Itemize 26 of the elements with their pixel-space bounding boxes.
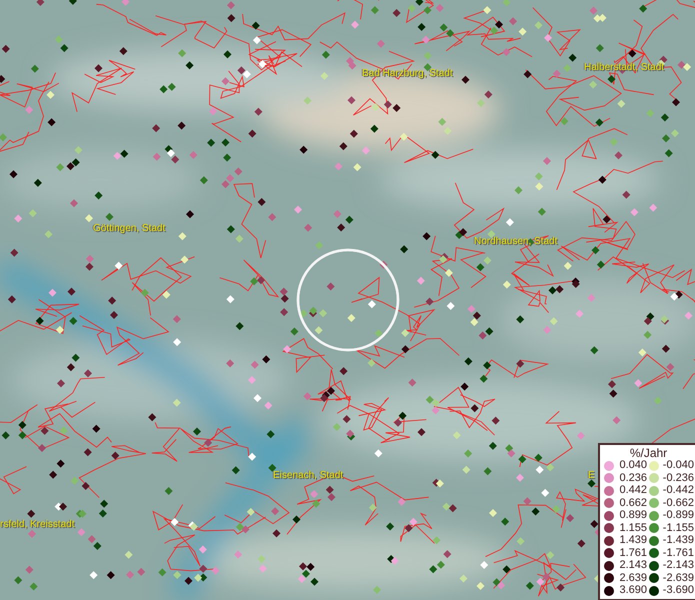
place-label: Göttingen, Stadt — [93, 223, 166, 234]
legend-value: -0.442 — [662, 485, 695, 496]
legend-value: 1.761 — [618, 548, 648, 558]
legend-value: 0.040 — [618, 460, 648, 471]
legend-value: 2.639 — [618, 572, 648, 584]
legend-value: 3.690 — [618, 585, 648, 596]
legend-value: 0.236 — [618, 472, 648, 484]
legend-value: -1.761 — [662, 548, 695, 558]
legend-value: 0.662 — [618, 498, 648, 508]
legend-value: -2.639 — [662, 572, 695, 584]
legend-value: 2.143 — [618, 560, 648, 571]
legend-value: 1.155 — [618, 522, 648, 534]
legend-value: -1.155 — [662, 522, 695, 534]
legend-value: -2.143 — [662, 560, 695, 571]
legend-value: 0.442 — [618, 485, 648, 496]
legend-value: -0.899 — [662, 510, 695, 521]
legend-value: 0.899 — [618, 510, 648, 521]
legend-value: -0.040 — [662, 460, 695, 471]
legend-value: -3.690 — [662, 585, 695, 596]
legend-value: -0.236 — [662, 472, 695, 484]
legend-value: -1.439 — [662, 535, 695, 546]
legend-title: %/Jahr — [628, 446, 668, 460]
legend-value: -0.662 — [662, 498, 695, 508]
place-label: rsfeld, Kreisstadt — [0, 519, 74, 530]
legend-value: 1.439 — [618, 535, 648, 546]
place-label: E — [588, 470, 595, 481]
